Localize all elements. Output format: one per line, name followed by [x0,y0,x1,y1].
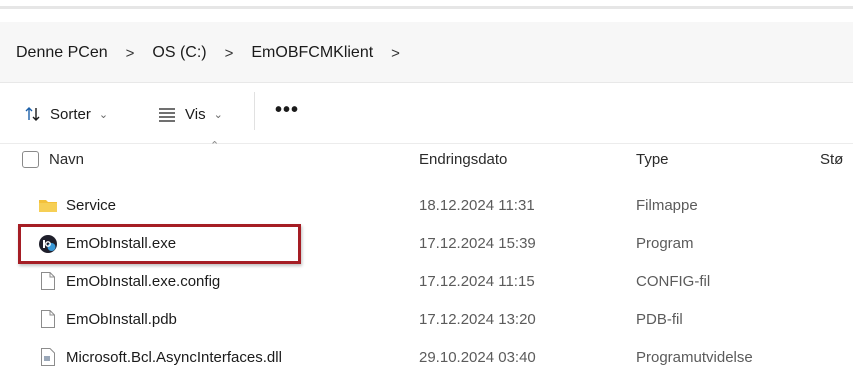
column-header-type[interactable]: Type [636,151,669,168]
sort-label: Sorter [50,105,91,123]
view-list-icon [159,108,175,122]
file-type: PDB-fil [636,311,683,328]
column-header-name[interactable]: Navn [49,151,84,168]
view-label: Vis [185,105,206,123]
folder-icon [39,200,57,212]
file-row[interactable]: EmObInstall.pdb 17.12.2024 13:20 PDB-fil [0,301,853,339]
window-top-divider [0,6,853,9]
file-name: Service [66,197,117,214]
more-options-button[interactable]: ••• [275,99,299,122]
column-header-modified[interactable]: Endringsdato [419,151,507,168]
sort-ascending-icon: ⌃ [210,140,220,152]
toolbar-divider [254,92,255,130]
file-modified: 17.12.2024 15:39 [419,235,536,252]
file-type: Program [636,235,694,252]
breadcrumb-separator-icon[interactable]: > [391,45,400,62]
chevron-down-icon: ⌄ [213,108,223,121]
file-type: Filmappe [636,197,698,214]
dll-icon [41,348,55,366]
chevron-down-icon: ⌄ [98,108,109,121]
annotation-highlight-box [18,224,301,264]
file-row[interactable]: Microsoft.Bcl.AsyncInterfaces.dll 29.10.… [0,339,853,367]
breadcrumb-item-this-pc[interactable]: Denne PCen [16,44,108,62]
file-modified: 29.10.2024 03:40 [419,349,536,366]
file-row[interactable]: Service 18.12.2024 11:31 Filmappe [0,187,853,225]
file-name: EmObInstall.pdb [66,311,177,328]
file-modified: 18.12.2024 11:31 [419,197,535,214]
breadcrumb-separator-icon[interactable]: > [126,45,135,62]
view-button[interactable]: Vis ⌄ [157,103,223,125]
breadcrumb: Denne PCen > OS (C:) > EmOBFCMKlient > [16,42,418,64]
file-modified: 17.12.2024 11:15 [419,273,535,290]
file-type: Programutvidelse [636,349,753,366]
command-bar [0,83,853,144]
breadcrumb-separator-icon[interactable]: > [225,45,234,62]
sort-icon [25,107,40,121]
select-all-checkbox[interactable] [22,151,39,168]
file-row[interactable]: EmObInstall.exe.config 17.12.2024 11:15 … [0,263,853,301]
file-name: Microsoft.Bcl.AsyncInterfaces.dll [66,349,282,366]
column-header-size[interactable]: Stø [820,151,843,168]
file-name: EmObInstall.exe.config [66,273,221,290]
breadcrumb-item-folder[interactable]: EmOBFCMKlient [251,44,373,62]
sort-button[interactable]: Sorter ⌄ [24,103,108,125]
file-modified: 17.12.2024 13:20 [419,311,536,328]
file-icon [41,310,55,328]
file-icon [41,272,55,290]
breadcrumb-item-os-drive[interactable]: OS (C:) [152,44,206,62]
file-type: CONFIG-fil [636,273,711,290]
